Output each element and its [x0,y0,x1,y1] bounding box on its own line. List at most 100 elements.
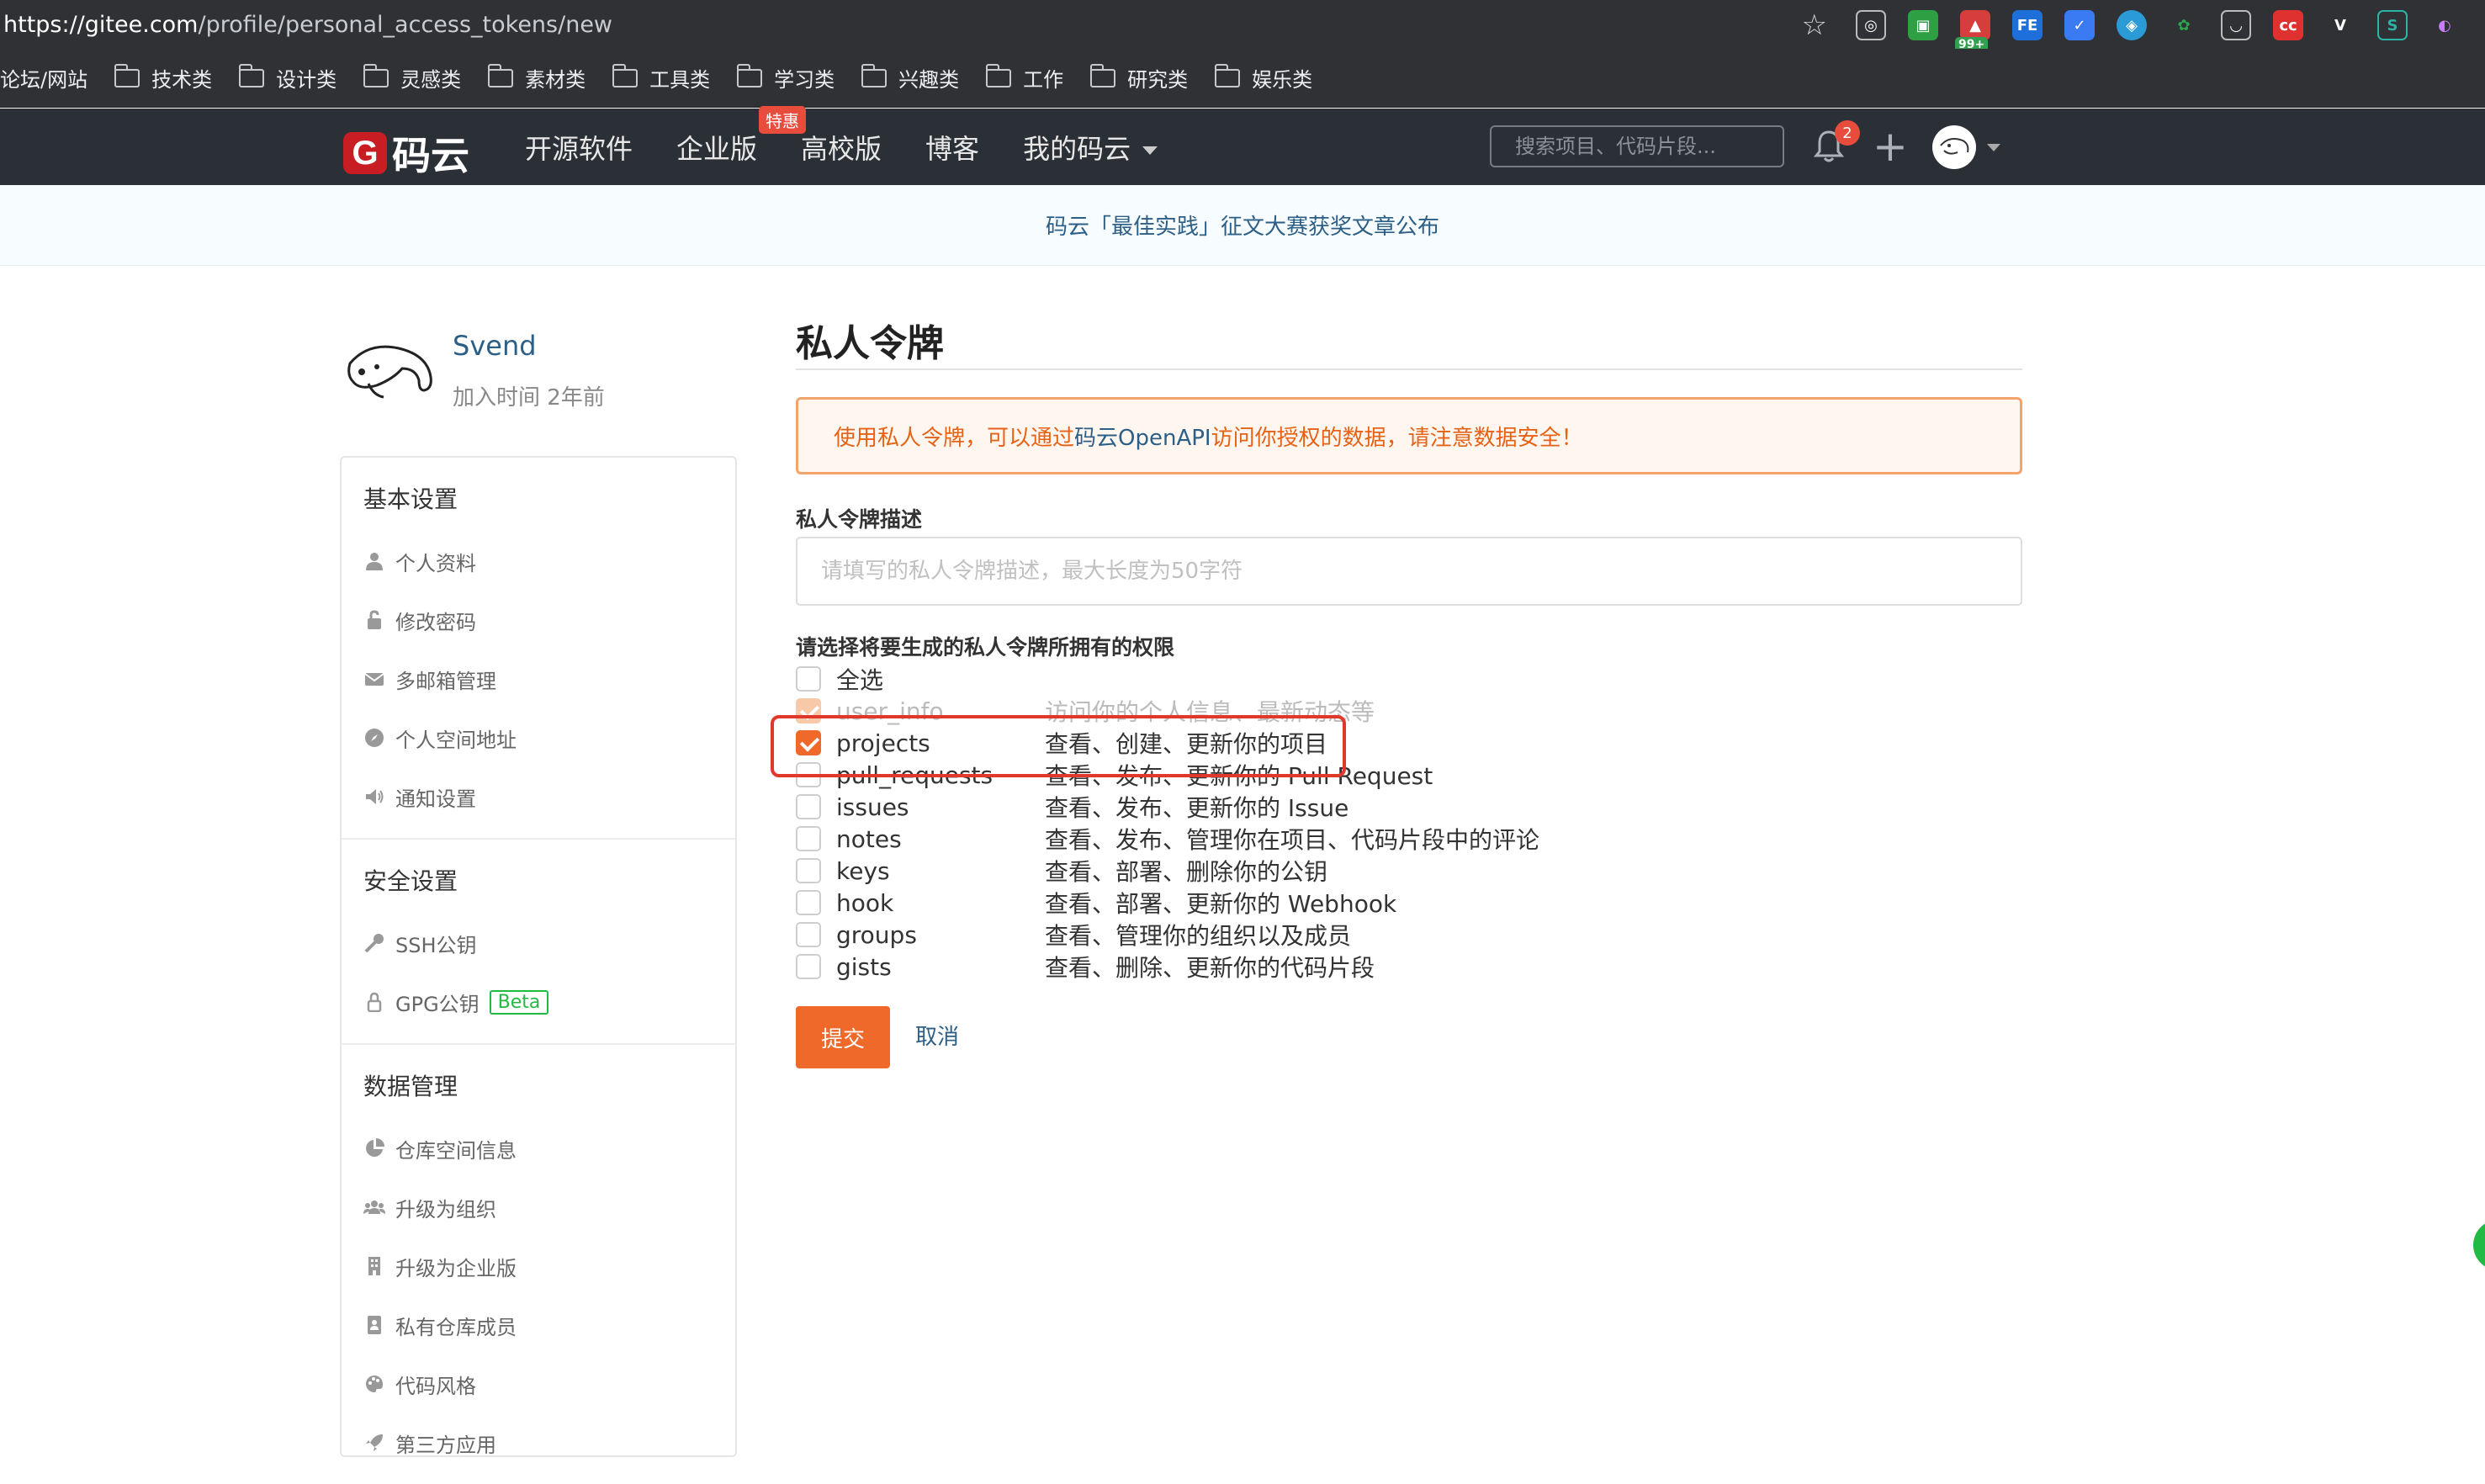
envelope-icon [363,668,385,690]
profile-avatar[interactable] [343,330,436,405]
permission-row-groups[interactable]: groups 查看、管理你的组织以及成员 [796,919,1805,951]
announcement-bar: 码云「最佳实践」征文大赛获奖文章公布 [0,185,2485,266]
bookmark-item[interactable]: 论坛/网站 [0,63,87,93]
sidebar-item-label: 个人资料 [395,551,476,575]
green-square-ext-icon[interactable]: ▣ [1908,10,1938,40]
bookmark-folder[interactable]: 设计类 [238,63,336,93]
bookmark-folder[interactable]: 灵感类 [363,63,461,93]
nav-education[interactable]: 高校版 [801,128,882,167]
settings-sidebar: 基本设置 个人资料 修改密码 多邮箱管理 个人空间地址 通知设置 安全设置 SS… [340,456,737,1457]
permission-checkbox[interactable] [796,922,821,947]
permission-row-keys[interactable]: keys 查看、部署、删除你的公钥 [796,855,1805,887]
avatar[interactable] [1932,125,1976,169]
sidebar-item-upgrade-org[interactable]: 升级为组织 [363,1178,713,1237]
plus-icon[interactable]: + [1873,125,1908,167]
permission-checkbox[interactable] [796,954,821,979]
permission-checkbox[interactable] [796,826,821,851]
sidebar-item-gpg-keys[interactable]: GPG公钥 Beta [363,973,713,1031]
extension-toolbar: ☆ ◎ ▣ ▲ 99+ FE ✓ ◈ ✿ ◡ cc V S ◐ [1802,8,2460,52]
sidebar-item-emails[interactable]: 多邮箱管理 [363,649,713,708]
chevron-down-icon [1142,146,1158,155]
bookmark-folder[interactable]: 工具类 [612,63,710,93]
bookmark-folder[interactable]: 研究类 [1089,63,1188,93]
sidebar-item-label: 个人空间地址 [395,728,517,752]
sidebar-item-code-style[interactable]: 代码风格 [363,1354,713,1413]
logo-text: 码云 [392,133,469,178]
sidebar-item-label: SSH公钥 [395,933,477,957]
purple-ext-icon[interactable]: ◐ [2429,10,2460,40]
sidebar-section-title: 基本设置 [363,485,458,513]
cancel-link[interactable]: 取消 [915,1020,959,1051]
nav-enterprise[interactable]: 企业版 特惠 [676,105,807,167]
nav-my-gitee[interactable]: 我的码云 [1023,128,1158,167]
lock-icon [363,609,385,631]
bookmark-label: 灵感类 [400,68,462,92]
cc-ext-icon[interactable]: cc [2273,10,2303,40]
select-all-checkbox[interactable] [796,666,821,692]
reader-ext-icon[interactable]: ◎ [1856,10,1886,40]
bookmark-label: 工具类 [649,68,711,92]
beta-badge: Beta [489,989,549,1015]
user-icon [363,550,385,572]
url-path: /profile/personal_access_tokens/new [198,11,613,38]
sidebar-item-private-members[interactable]: 私有仓库成员 [363,1296,713,1354]
alert-text-before: 使用私人令牌，可以通过 [834,425,1075,451]
select-all-row[interactable]: 全选 [796,663,1805,695]
sidebar-item-notifications[interactable]: 通知设置 [363,767,713,826]
sidebar-item-ssh-keys[interactable]: SSH公钥 [363,914,713,973]
s-ext-icon[interactable]: S [2377,10,2408,40]
sidebar-item-profile[interactable]: 个人资料 [363,532,713,591]
compass-ext-icon[interactable]: ◈ [2117,10,2147,40]
permissions-list: 全选 user_info 访问你的个人信息、最新动态等 projects 查看、… [796,663,1805,983]
announcement-link[interactable]: 码云「最佳实践」征文大赛获奖文章公布 [1046,209,1439,241]
bookmark-folder[interactable]: 兴趣类 [861,63,959,93]
permission-row-notes[interactable]: notes 查看、发布、管理你在项目、代码片段中的评论 [796,823,1805,855]
pocket-ext-icon[interactable]: ◡ [2221,10,2251,40]
openapi-link[interactable]: 码云OpenAPI [1074,421,1211,452]
bookmark-folder[interactable]: 素材类 [487,63,585,93]
permission-row-gists[interactable]: gists 查看、删除、更新你的代码片段 [796,951,1805,983]
url-host: https://gitee.com [3,11,199,38]
search-input[interactable]: 搜索项目、代码片段... [1490,125,1784,167]
sidebar-item-repo-space[interactable]: 仓库空间信息 [363,1119,713,1178]
v-ext-icon[interactable]: V [2325,10,2355,40]
permission-checkbox[interactable] [796,858,821,883]
bookmark-folder[interactable]: 娱乐类 [1214,63,1312,93]
bookmark-star-icon[interactable]: ☆ [1802,8,1827,42]
permission-checkbox[interactable] [796,890,821,915]
sidebar-item-label: 通知设置 [395,787,476,811]
bookmark-folder[interactable]: 学习类 [736,63,835,93]
floating-help-button[interactable] [2473,1220,2485,1270]
nav-enterprise-label: 企业版 [676,132,758,165]
permission-row-hook[interactable]: hook 查看、部署、更新你的 Webhook [796,887,1805,919]
sidebar-section-basic: 基本设置 个人资料 修改密码 多邮箱管理 个人空间地址 通知设置 [342,458,735,840]
check-ext-icon[interactable]: ✓ [2064,10,2095,40]
title-divider [796,368,2022,370]
folder-icon [238,63,265,87]
chevron-down-icon[interactable] [1987,144,2000,151]
sidebar-item-space-address[interactable]: 个人空间地址 [363,708,713,767]
permission-checkbox[interactable] [796,794,821,819]
sidebar-item-third-party-apps[interactable]: 第三方应用 [363,1413,713,1472]
token-description-input[interactable] [796,537,2022,606]
address-field[interactable]: https://gitee.com/profile/personal_acces… [0,12,612,38]
permission-row-issues[interactable]: issues 查看、发布、更新你的 Issue [796,791,1805,823]
browser-url-bar[interactable]: https://gitee.com/profile/personal_acces… [0,0,2485,52]
site-logo[interactable]: G 码云 [343,125,469,181]
permission-description: 查看、部署、删除你的公钥 [1045,858,1328,886]
evernote-ext-icon[interactable]: ✿ [2169,10,2199,40]
submit-button[interactable]: 提交 [796,1006,890,1068]
nav-blog[interactable]: 博客 [925,128,979,167]
nav-open-source[interactable]: 开源软件 [525,128,633,167]
permission-name: issues [836,792,909,821]
sidebar-item-password[interactable]: 修改密码 [363,591,713,649]
bookmark-folder[interactable]: 工作 [985,63,1063,93]
profile-name[interactable]: Svend [453,330,537,362]
permission-name: notes [836,824,902,853]
permission-name: gists [836,952,892,981]
fe-ext-icon[interactable]: FE [2012,10,2043,40]
bookmark-folder[interactable]: 技术类 [114,63,212,93]
alert-ext-icon[interactable]: ▲ 99+ [1955,10,1990,52]
annotation-highlight-box [771,715,1346,777]
sidebar-item-upgrade-enterprise[interactable]: 升级为企业版 [363,1237,713,1296]
